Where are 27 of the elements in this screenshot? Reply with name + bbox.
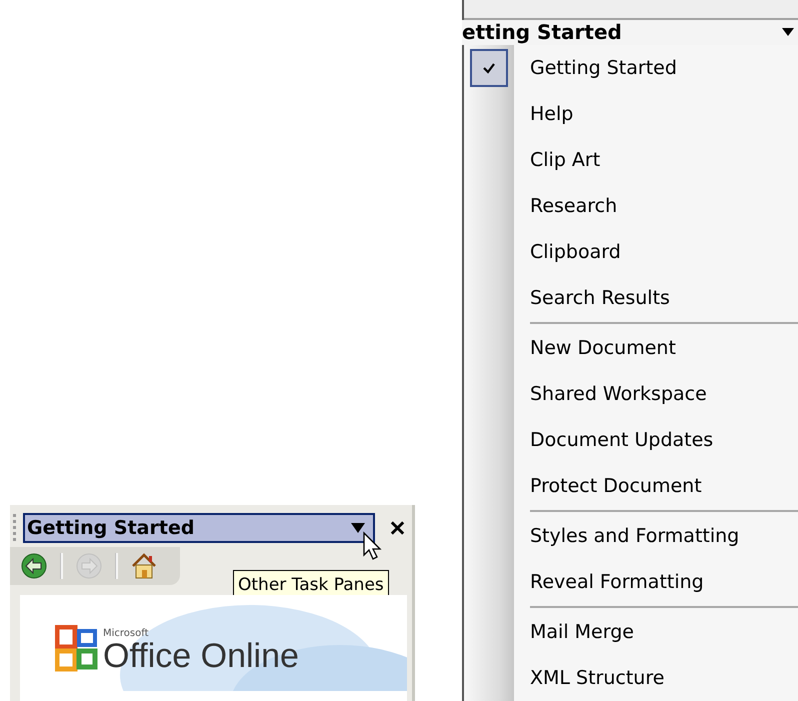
menu-item[interactable]: Clipboard: [464, 229, 798, 275]
menu-item[interactable]: Shared Workspace: [464, 371, 798, 417]
home-icon[interactable]: [130, 552, 158, 580]
dropdown-arrow-icon[interactable]: [782, 28, 794, 36]
menu-item[interactable]: XML Structure: [464, 655, 798, 701]
dropdown-arrow-icon[interactable]: [351, 523, 365, 533]
pane-title-bar[interactable]: etting Started: [462, 20, 798, 45]
product-name: Office Online: [103, 639, 299, 673]
menu-item[interactable]: Mail Merge: [464, 609, 798, 655]
close-icon[interactable]: [389, 519, 406, 537]
grip-icon[interactable]: [13, 514, 17, 542]
task-pane-selector[interactable]: Getting Started: [23, 513, 375, 543]
menu-item[interactable]: Research: [464, 183, 798, 229]
menu-item[interactable]: Clip Art: [464, 137, 798, 183]
pane-title: etting Started: [462, 20, 622, 44]
menu-item[interactable]: Document Updates: [464, 417, 798, 463]
office-logo-icon: [55, 625, 99, 673]
menu-item[interactable]: New Document: [464, 325, 798, 371]
menu-item[interactable]: Getting Started: [464, 45, 798, 91]
menu-item[interactable]: Protect Document: [464, 463, 798, 509]
brand-text: Microsoft: [103, 628, 150, 639]
menu-item[interactable]: Styles and Formatting: [464, 513, 798, 559]
menu-item[interactable]: Help: [464, 91, 798, 137]
mouse-pointer-icon: [362, 531, 384, 561]
menu-item[interactable]: Reveal Formatting: [464, 559, 798, 605]
menu-item[interactable]: Search Results: [464, 275, 798, 321]
checkmark-icon: [482, 62, 496, 74]
